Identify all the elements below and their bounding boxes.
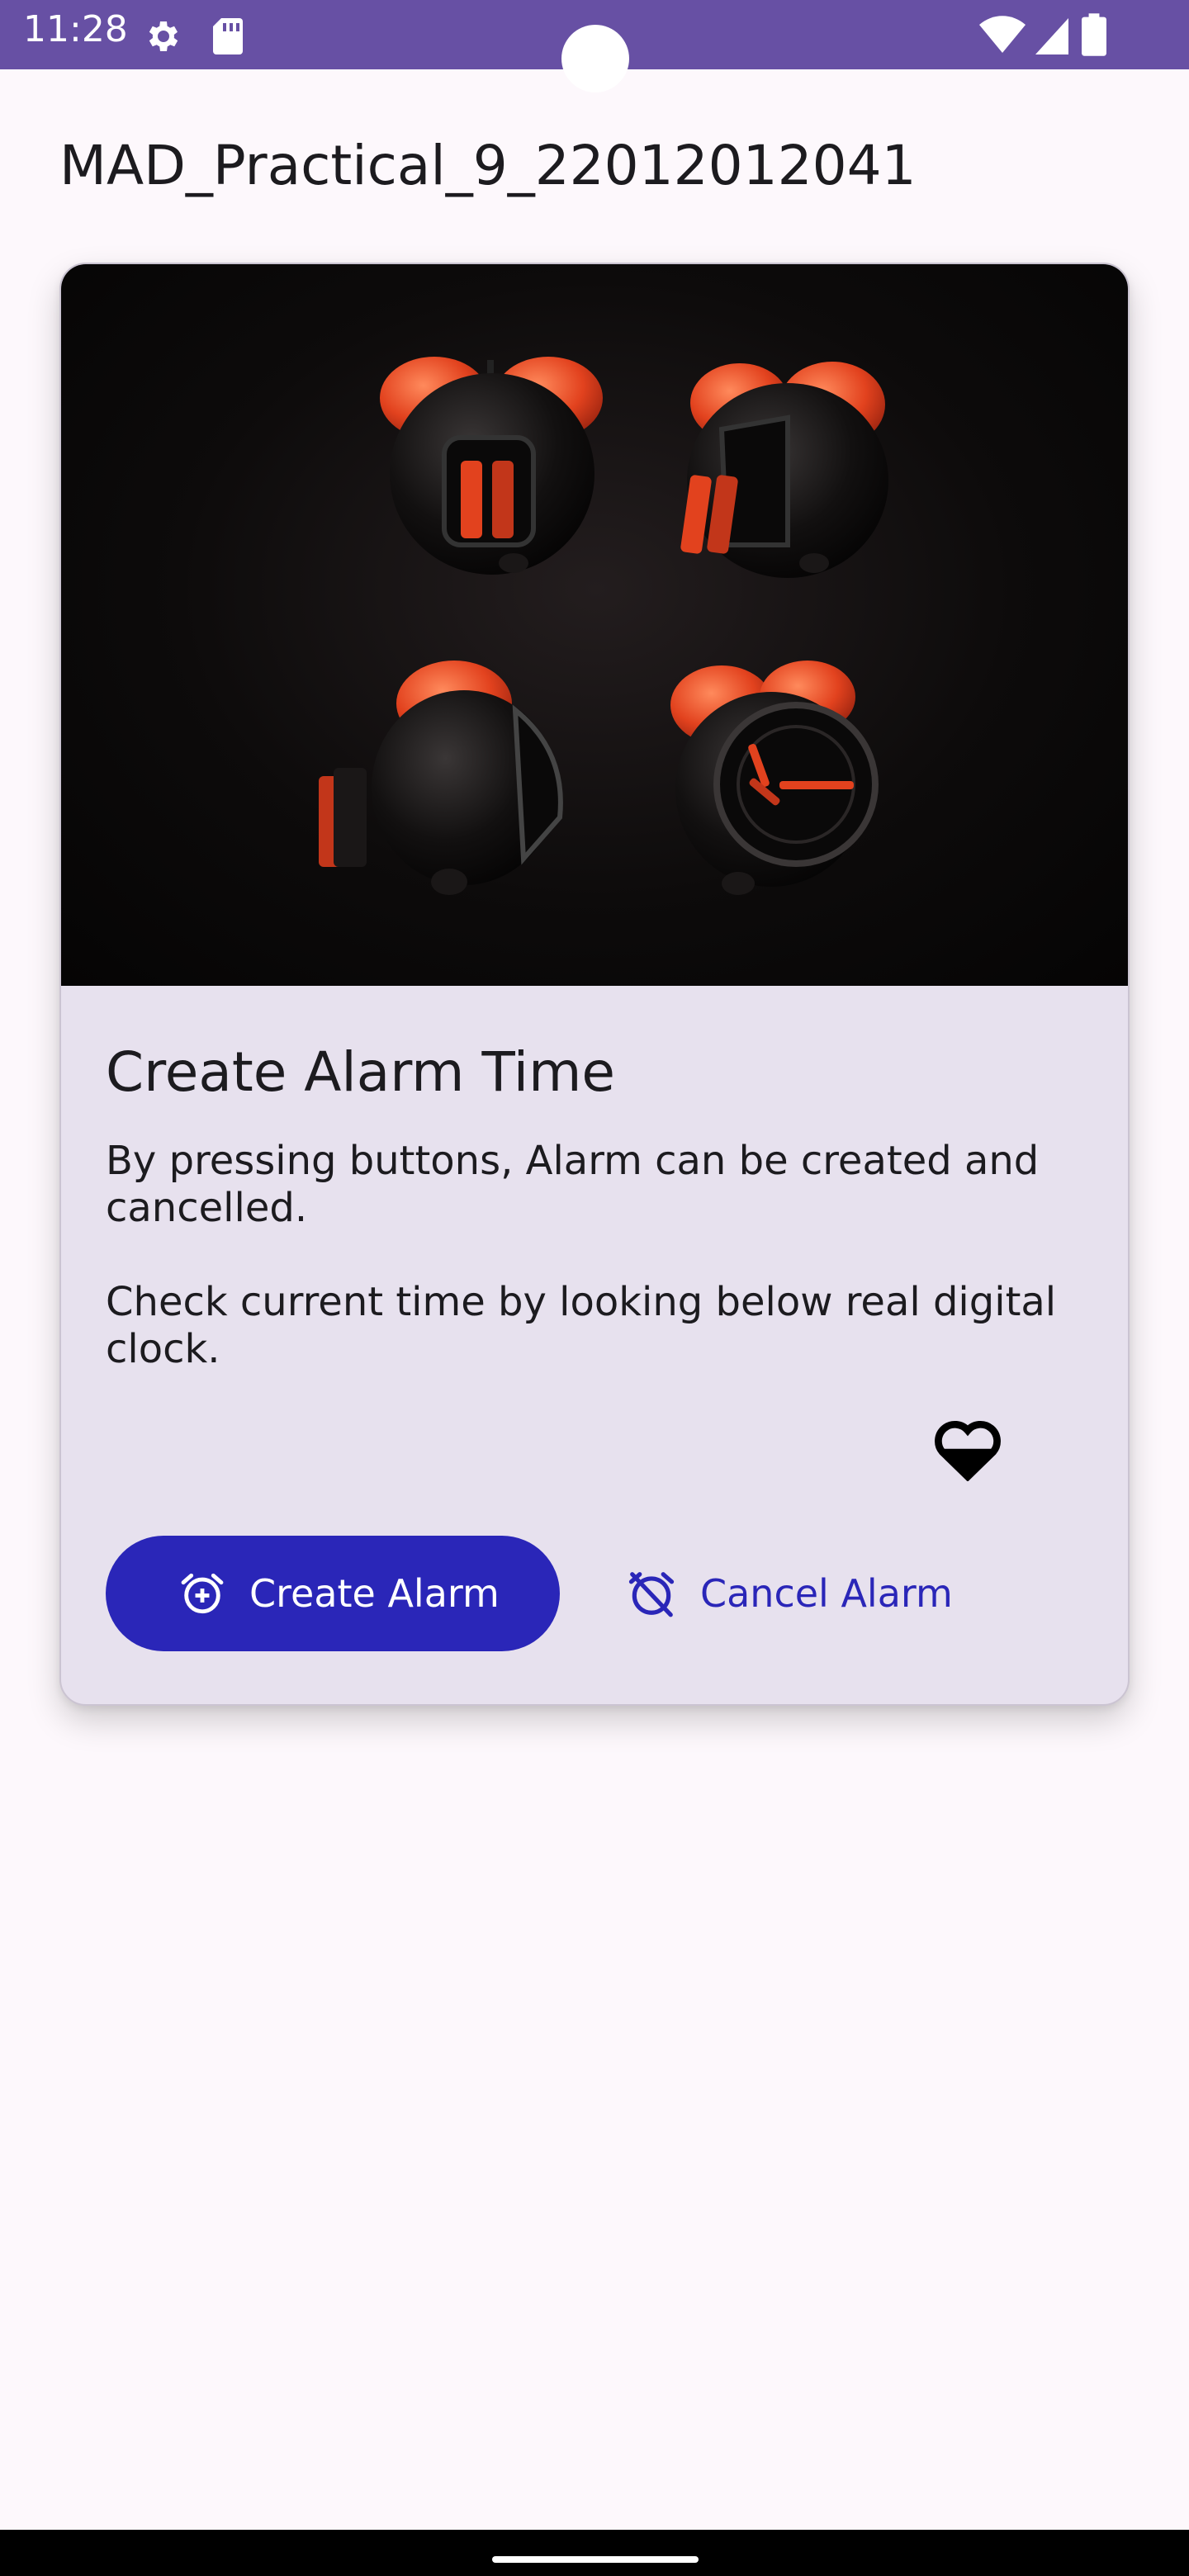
navigation-bar bbox=[0, 2530, 1189, 2576]
wifi-icon bbox=[979, 16, 1026, 53]
cancel-alarm-label: Cancel Alarm bbox=[700, 1571, 953, 1616]
sd-card-icon bbox=[213, 18, 243, 54]
heart-half-icon bbox=[935, 1420, 1001, 1481]
card-description: By pressing buttons, Alarm can be create… bbox=[106, 1138, 1057, 1372]
alarm-card: Create Alarm Time By pressing buttons, A… bbox=[59, 263, 1130, 1706]
camera-cutout bbox=[561, 25, 629, 92]
cancel-alarm-button[interactable]: Cancel Alarm bbox=[626, 1536, 989, 1651]
page-title: MAD_Practical_9_22012012041 bbox=[59, 134, 917, 197]
create-alarm-label: Create Alarm bbox=[249, 1571, 500, 1616]
battery-icon bbox=[1082, 13, 1106, 56]
alarm-off-icon bbox=[628, 1572, 675, 1617]
gesture-handle[interactable] bbox=[492, 2556, 699, 2563]
status-bar: 11:28 bbox=[0, 0, 1189, 92]
signal-icon bbox=[1035, 18, 1068, 54]
gear-icon bbox=[149, 21, 178, 51]
card-title: Create Alarm Time bbox=[106, 1040, 615, 1104]
alarm-clocks-image bbox=[61, 264, 1128, 986]
create-alarm-button[interactable]: Create Alarm bbox=[106, 1536, 560, 1651]
favorite-button[interactable] bbox=[920, 1400, 1016, 1496]
alarm-add-icon bbox=[181, 1573, 224, 1614]
status-time: 11:28 bbox=[23, 8, 128, 50]
